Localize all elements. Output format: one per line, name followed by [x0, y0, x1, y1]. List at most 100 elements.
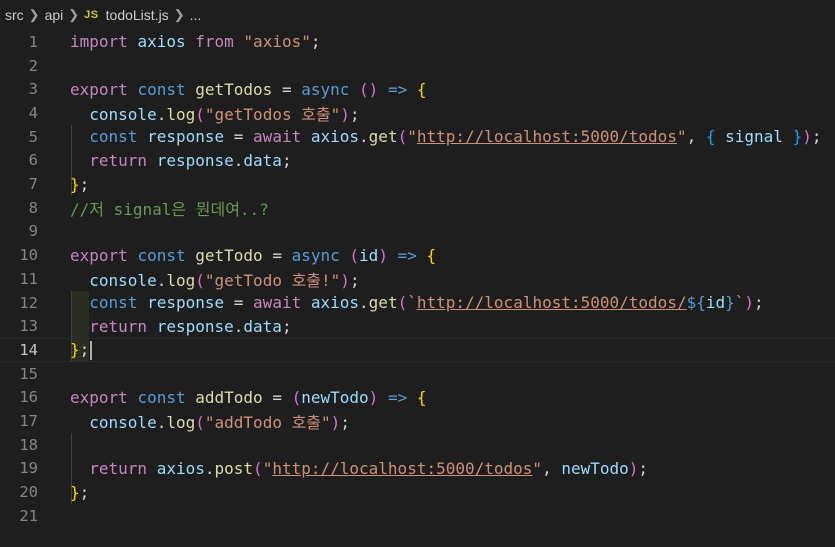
- line-number: 11: [19, 269, 38, 288]
- line-number: 1: [28, 32, 38, 51]
- code-line[interactable]: 3 export const getTodos = async () => {: [0, 77, 835, 101]
- code-token: ): [340, 104, 350, 124]
- code-line[interactable]: 12 const response = await axios.get(`htt…: [0, 291, 835, 315]
- code-line[interactable]: 7};: [0, 172, 835, 196]
- code-token: const: [137, 387, 186, 407]
- code-token: //저 signal은 뭔데여..?: [70, 199, 269, 219]
- code-token: ;: [79, 339, 90, 359]
- code-token: response: [156, 316, 234, 336]
- chevron-right-icon: ❯: [28, 7, 40, 22]
- code-line[interactable]: 2: [0, 54, 835, 78]
- chevron-right-icon: ❯: [68, 7, 80, 22]
- code-line[interactable]: 20};: [0, 480, 835, 504]
- code-line[interactable]: 14};: [0, 338, 835, 362]
- code-token: await: [253, 293, 302, 313]
- breadcrumb-symbols[interactable]: ...: [190, 7, 202, 23]
- code-token: =: [224, 293, 254, 313]
- line-number: 19: [19, 459, 38, 478]
- code-token: }: [792, 127, 803, 147]
- breadcrumb-src[interactable]: src: [5, 7, 24, 23]
- code-line[interactable]: 8 //저 signal은 뭔데여..?: [0, 196, 835, 220]
- code-line[interactable]: 11 console.log("getTodo 호출!");: [0, 267, 835, 291]
- code-text: return response.data;: [70, 150, 292, 170]
- code-token: newTodo: [561, 458, 629, 478]
- line-number: 21: [19, 506, 38, 525]
- line-number: 2: [28, 56, 38, 75]
- line-number: 17: [19, 412, 38, 431]
- code-token: (: [195, 270, 205, 290]
- code-text: export const addTodo = (newTodo) => {: [70, 388, 427, 407]
- code-line[interactable]: 5 const response = await axios.get("http…: [0, 125, 835, 149]
- code-line[interactable]: 1 import axios from "axios";: [0, 30, 835, 54]
- code-token: const: [137, 79, 186, 99]
- code-line[interactable]: 10 export const getTodo = async (id) => {: [0, 243, 835, 267]
- code-token: `: [407, 293, 417, 313]
- code-token: =>: [387, 79, 408, 99]
- code-token: post: [214, 458, 254, 478]
- code-token: return: [89, 316, 148, 336]
- code-token: return: [89, 458, 148, 478]
- code-token: =: [262, 387, 292, 407]
- breadcrumb-api[interactable]: api: [45, 7, 64, 23]
- code-token: id: [359, 245, 379, 265]
- code-token: ;: [340, 413, 350, 433]
- code-token: (: [291, 387, 302, 407]
- code-token: }: [70, 482, 80, 502]
- code-token: (: [253, 458, 263, 478]
- code-line[interactable]: 4 console.log("getTodos 호출");: [0, 101, 835, 125]
- code-token: axios: [156, 458, 205, 478]
- code-token: }: [70, 339, 80, 359]
- line-number: 18: [19, 435, 38, 454]
- code-token: ;: [310, 32, 321, 52]
- code-token: log: [166, 270, 196, 290]
- code-token: console: [89, 413, 157, 433]
- code-line[interactable]: 6 return response.data;: [0, 149, 835, 173]
- code-token: get: [368, 293, 398, 313]
- code-token: =: [262, 245, 292, 265]
- code-text: const response = await axios.get("http:/…: [70, 127, 821, 147]
- line-number: 20: [19, 483, 38, 502]
- code-token: newTodo: [301, 387, 369, 407]
- code-token: `: [734, 293, 745, 313]
- code-token: .: [233, 316, 244, 336]
- breadcrumb-file[interactable]: todoList.js: [106, 7, 169, 23]
- code-line[interactable]: 15: [0, 362, 835, 386]
- code-token: .: [156, 270, 167, 290]
- code-token: .: [233, 150, 244, 170]
- code-token: "getTodos 호출": [204, 104, 341, 124]
- code-token: (: [195, 413, 205, 433]
- code-token: ;: [281, 150, 292, 170]
- code-token: {: [416, 79, 427, 99]
- code-line[interactable]: 13 return response.data;: [0, 314, 835, 338]
- code-line[interactable]: 21: [0, 504, 835, 528]
- code-line[interactable]: 9: [0, 220, 835, 244]
- code-editor[interactable]: 1 import axios from "axios"; 2 3 export cons…: [0, 30, 835, 547]
- code-token: signal: [725, 127, 783, 147]
- code-token: export: [70, 245, 128, 265]
- code-token: http://localhost:5000/todos: [416, 127, 677, 147]
- code-token: ): [368, 387, 379, 407]
- code-line[interactable]: 17 console.log("addTodo 호출");: [0, 409, 835, 433]
- code-token: "axios": [243, 32, 311, 52]
- code-line[interactable]: 16 export const addTodo = (newTodo) => {: [0, 386, 835, 410]
- code-line[interactable]: 18: [0, 433, 835, 457]
- code-text: //저 signal은 뭔데여..?: [70, 196, 269, 220]
- line-number: 3: [28, 80, 38, 99]
- code-line[interactable]: 19 return axios.post("http://localhost:5…: [0, 457, 835, 481]
